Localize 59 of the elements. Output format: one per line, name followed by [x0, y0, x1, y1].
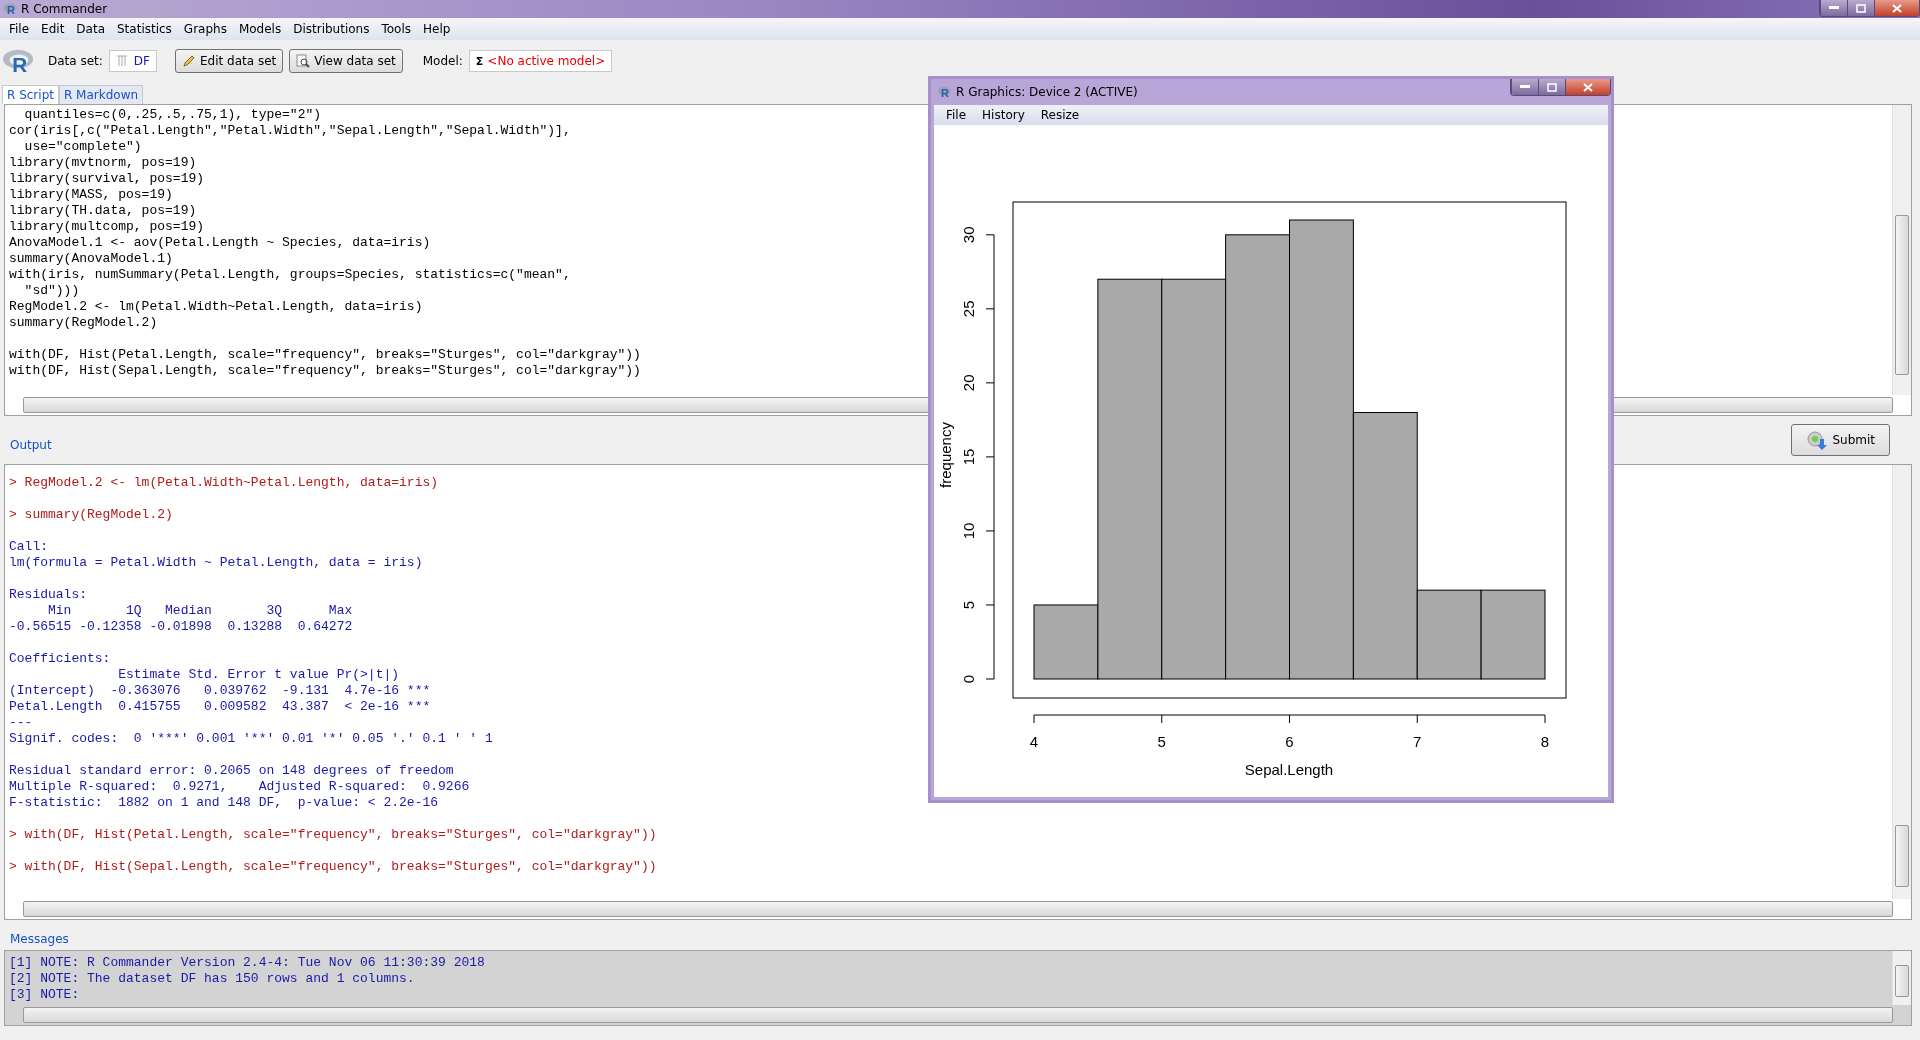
- y-axis-title: frequency: [937, 422, 954, 488]
- output-line: Signif. codes: 0 '***' 0.001 '**' 0.01 '*' 0.05 '.' 0.1 ' ' 1: [9, 731, 493, 747]
- output-line: Multiple R-squared: 0.9271, Adjusted R-squared: 0.9266: [9, 779, 471, 795]
- command-line: > RegModel.2 <- lm(Petal.Width~Petal.Length, data=iris): [9, 475, 439, 491]
- output-label: Output: [10, 438, 52, 452]
- x-axis-title: Sepal.Length: [1244, 761, 1334, 778]
- output-line: (Intercept) -0.363076 0.039762 -9.131 4.7e-16 ***: [9, 683, 431, 699]
- output-line: Coefficients:: [9, 651, 111, 667]
- y-tick-label: 30: [960, 226, 977, 244]
- output-line: Residuals:: [9, 587, 87, 603]
- y-tick-label: 0: [960, 674, 977, 684]
- message-line: [2] NOTE: The dataset DF has 150 rows and 1 columns.: [9, 971, 415, 987]
- x-tick-label: 6: [1285, 733, 1294, 750]
- y-tick-label: 10: [960, 522, 977, 540]
- output-line: ---: [9, 715, 33, 731]
- command-line: > with(DF, Hist(Petal.Length, scale="frequency", breaks="Sturges", col="darkgray")): [9, 827, 657, 843]
- code-line: AnovaModel.1 <- aov(Petal.Length ~ Species, data=iris): [9, 235, 431, 251]
- window-title: R Graphics: Device 2 (ACTIVE): [956, 85, 1138, 99]
- code-line: summary(RegModel.2): [9, 315, 158, 331]
- r-logo-icon: R: [3, 2, 17, 16]
- code-line: quantiles=c(0,.25,.5,.75,1), type="2"): [23, 107, 322, 123]
- y-tick-label: 5: [960, 600, 977, 610]
- x-tick-label: 5: [1157, 733, 1166, 750]
- output-line: Estimate Std. Error t value Pr(>|t|): [117, 667, 401, 683]
- code-line: with(DF, Hist(Sepal.Length, scale="frequency", breaks="Sturges", col="darkgray")): [9, 363, 641, 379]
- code-line: "sd"))): [23, 283, 80, 299]
- x-tick-label: 8: [1540, 733, 1550, 750]
- code-line: library(MASS, pos=19): [9, 187, 173, 203]
- model-label: Model:: [422, 54, 463, 68]
- output-line: F-statistic: 1882 on 1 and 148 DF, p-value: < 2.2e-16: [9, 795, 439, 811]
- message-line: [1] NOTE: R Commander Version 2.4-4: Tue Nov 06 11:30:39 2018: [9, 955, 485, 971]
- output-line: Petal.Length 0.415755 0.009582 43.387 < 2e-16 ***: [9, 699, 431, 715]
- output-line: -0.56515 -0.12358 -0.01898 0.13288 0.64272: [9, 619, 354, 635]
- messages-label: Messages: [10, 932, 70, 946]
- dataset-label: Data set:: [48, 54, 103, 68]
- output-line: lm(formula = Petal.Width ~ Petal.Length, data = iris): [9, 555, 423, 571]
- y-tick-label: 25: [960, 300, 977, 318]
- y-tick-label: 20: [960, 374, 977, 392]
- output-line: Call:: [9, 539, 48, 555]
- code-line: library(TH.data, pos=19): [9, 203, 197, 219]
- code-line: library(survival, pos=19): [9, 171, 205, 187]
- command-line: > summary(RegModel.2): [9, 507, 173, 523]
- command-line: > with(DF, Hist(Sepal.Length, scale="frequency", breaks="Sturges", col="darkgray")): [9, 859, 657, 875]
- code-line: cor(iris[,c("Petal.Length","Petal.Width","Sepal.Length","Sepal.Width")],: [9, 123, 571, 139]
- window-title: R Commander: [21, 2, 108, 16]
- code-line: with(iris, numSummary(Petal.Length, groups=Species, statistics=c("mean",: [9, 267, 571, 283]
- output-line: Residual standard error: 0.2065 on 148 degrees of freedom: [9, 763, 454, 779]
- message-line: [3] NOTE:: [9, 987, 80, 1003]
- code-line: RegModel.2 <- lm(Petal.Width~Petal.Length, data=iris): [9, 299, 423, 315]
- code-line: summary(AnovaModel.1): [9, 251, 173, 267]
- r-logo-icon: R: [937, 85, 951, 99]
- x-tick-label: 4: [1029, 733, 1039, 750]
- code-line: library(mvtnorm, pos=19): [9, 155, 197, 171]
- output-line: Min 1Q Median 3Q Max: [47, 603, 354, 619]
- x-tick-label: 7: [1413, 733, 1422, 750]
- code-line: library(multcomp, pos=19): [9, 219, 205, 235]
- y-tick-label: 15: [960, 448, 977, 466]
- code-line: with(DF, Hist(Petal.Length, scale="frequency", breaks="Sturges", col="darkgray")): [9, 347, 641, 363]
- code-line: use="complete"): [23, 139, 142, 155]
